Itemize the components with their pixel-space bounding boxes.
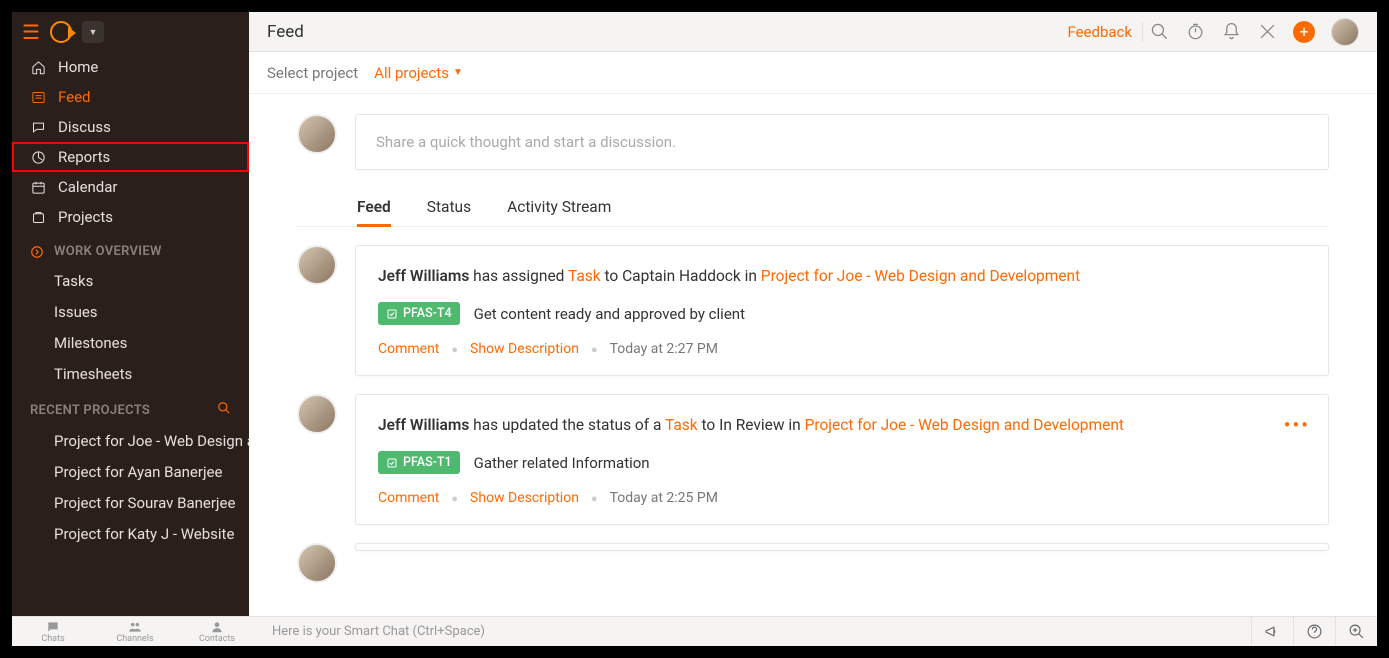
nav-label: Calendar [58, 178, 118, 196]
recent-project-item[interactable]: Project for Sourav Banerjee [12, 487, 249, 518]
section-work-overview[interactable]: WORK OVERVIEW [12, 232, 249, 265]
bell-icon[interactable] [1221, 22, 1241, 42]
bottom-nav-channels[interactable]: Channels [94, 617, 176, 646]
app-switcher-dropdown[interactable]: ▼ [82, 21, 104, 43]
sub-milestones[interactable]: Milestones [12, 327, 249, 358]
recent-project-item[interactable]: Project for Katy J - Website [12, 518, 249, 549]
help-icon[interactable] [1293, 617, 1335, 646]
show-description-link[interactable]: Show Description [470, 490, 579, 506]
task-link[interactable]: Task [665, 416, 698, 434]
feed-card: Jeff Williams has assigned Task to Capta… [355, 245, 1329, 376]
task-chip[interactable]: PFAS-T1 [378, 451, 460, 474]
nav-reports[interactable]: Reports [12, 142, 249, 172]
feed-avatar [297, 245, 337, 285]
more-icon[interactable]: ••• [1284, 413, 1310, 437]
separator-dot: ● [591, 343, 598, 356]
search-projects-icon[interactable] [217, 401, 231, 419]
nav-home[interactable]: Home [12, 52, 249, 82]
task-link[interactable]: Task [568, 267, 601, 285]
user-avatar [297, 114, 337, 154]
task-chip-label: PFAS-T4 [403, 306, 452, 321]
bottom-nav-chats[interactable]: Chats [12, 617, 94, 646]
announce-icon[interactable] [1251, 617, 1293, 646]
tab-feed[interactable]: Feed [357, 188, 391, 226]
recent-project-item[interactable]: Project for Ayan Banerjee [12, 456, 249, 487]
user-avatar[interactable] [1331, 18, 1359, 46]
sidebar: Home Feed Discuss Reports Calendar Proje… [12, 52, 249, 646]
smartchat-placeholder: Here is your Smart Chat (Ctrl+Space) [272, 624, 485, 639]
task-chip[interactable]: PFAS-T4 [378, 302, 460, 325]
tab-status[interactable]: Status [427, 188, 471, 226]
nav-discuss[interactable]: Discuss [12, 112, 249, 142]
recent-project-item[interactable]: Project for Joe - Web Design and Develop… [12, 425, 249, 456]
bottom-nav-label: Chats [41, 634, 64, 644]
separator-dot: ● [451, 492, 458, 505]
task-title: Gather related Information [474, 454, 650, 472]
separator-dot: ● [451, 343, 458, 356]
project-link[interactable]: Project for Joe - Web Design and Develop… [761, 267, 1080, 285]
comment-link[interactable]: Comment [378, 341, 439, 357]
task-title: Get content ready and approved by client [474, 305, 745, 323]
chevron-down-icon: ▼ [453, 67, 463, 78]
nav-label: Feed [58, 88, 91, 106]
select-project-label: Select project [267, 64, 358, 82]
feed-author: Jeff Williams [378, 416, 469, 434]
tools-icon[interactable] [1257, 22, 1277, 42]
page-title: Feed [267, 22, 304, 42]
section-recent-projects[interactable]: RECENT PROJECTS [12, 389, 249, 425]
feed-text: Jeff Williams has updated the status of … [378, 413, 1306, 437]
project-selector-value: All projects [374, 64, 449, 82]
timestamp: Today at 2:27 PM [610, 341, 718, 357]
timer-icon[interactable] [1185, 22, 1205, 42]
zoom-icon[interactable] [1335, 617, 1377, 646]
nav-label: Home [58, 58, 98, 76]
nav-calendar[interactable]: Calendar [12, 172, 249, 202]
feed-text: Jeff Williams has assigned Task to Capta… [378, 264, 1306, 288]
feed-author: Jeff Williams [378, 267, 469, 285]
feed-card [355, 543, 1329, 551]
feed-avatar [297, 543, 337, 583]
section-title: RECENT PROJECTS [30, 403, 150, 418]
nav-label: Reports [58, 148, 110, 166]
share-placeholder: Share a quick thought and start a discus… [376, 133, 676, 151]
comment-link[interactable]: Comment [378, 490, 439, 506]
project-selector[interactable]: All projects ▼ [374, 64, 463, 82]
feed-card: ••• Jeff Williams has updated the status… [355, 394, 1329, 525]
separator-dot: ● [591, 492, 598, 505]
separator [1142, 22, 1143, 42]
smartchat-input[interactable]: Here is your Smart Chat (Ctrl+Space) [258, 624, 1251, 639]
sub-timesheets[interactable]: Timesheets [12, 358, 249, 389]
nav-label: Projects [58, 208, 113, 226]
tab-activity-stream[interactable]: Activity Stream [507, 188, 611, 226]
nav-feed[interactable]: Feed [12, 82, 249, 112]
sub-issues[interactable]: Issues [12, 296, 249, 327]
sub-tasks[interactable]: Tasks [12, 265, 249, 296]
task-chip-label: PFAS-T1 [403, 455, 452, 470]
feed-avatar [297, 394, 337, 434]
bottom-nav-label: Contacts [199, 634, 235, 644]
project-link[interactable]: Project for Joe - Web Design and Develop… [805, 416, 1124, 434]
feedback-link[interactable]: Feedback [1067, 23, 1132, 41]
nav-projects[interactable]: Projects [12, 202, 249, 232]
bottom-nav-label: Channels [116, 634, 153, 644]
timestamp: Today at 2:25 PM [610, 490, 718, 506]
share-input[interactable]: Share a quick thought and start a discus… [355, 114, 1329, 170]
hamburger-icon[interactable]: ☰ [22, 20, 40, 44]
add-button[interactable]: + [1293, 21, 1315, 43]
show-description-link[interactable]: Show Description [470, 341, 579, 357]
nav-label: Discuss [58, 118, 111, 136]
section-title: WORK OVERVIEW [54, 244, 162, 259]
bottom-nav-contacts[interactable]: Contacts [176, 617, 258, 646]
app-logo[interactable] [50, 21, 72, 43]
search-icon[interactable] [1149, 22, 1169, 42]
